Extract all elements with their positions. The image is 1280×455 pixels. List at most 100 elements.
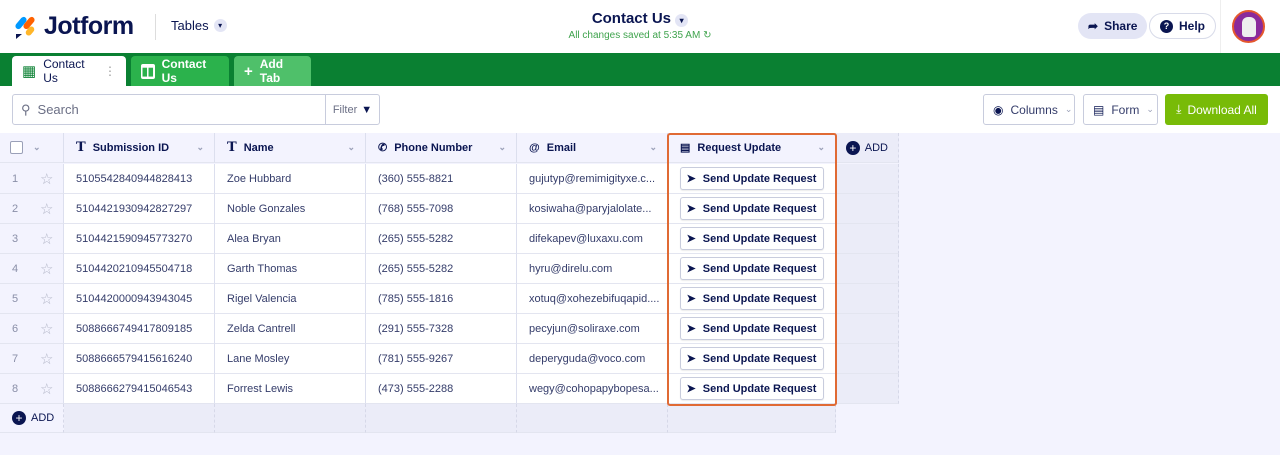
paper-plane-icon: ➤ (686, 173, 696, 185)
table-cell[interactable]: (785) 555-1816 (366, 284, 517, 314)
star-icon[interactable]: ☆ (40, 380, 53, 398)
table-cell[interactable]: Noble Gonzales (215, 194, 366, 224)
select-all-header[interactable]: ⌄ (0, 133, 64, 163)
chevron-down-icon[interactable]: ⌄ (196, 142, 204, 153)
table-cell: ➤ Send Update Request (668, 344, 836, 374)
share-button[interactable]: ➦ Share (1078, 13, 1148, 39)
table-cell[interactable]: Garth Thomas (215, 254, 366, 284)
table-cell[interactable]: 5104421590945773270 (64, 224, 215, 254)
cell-text: Noble Gonzales (227, 202, 306, 215)
star-icon[interactable]: ☆ (40, 260, 53, 278)
button-label: Send Update Request (702, 292, 817, 305)
empty-cell (836, 164, 899, 194)
send-update-request-button[interactable]: ➤ Send Update Request (679, 227, 824, 250)
send-update-request-button[interactable]: ➤ Send Update Request (679, 317, 824, 340)
chevron-down-icon[interactable]: ⌄ (347, 142, 355, 153)
filter-button[interactable]: Filter ▼ (325, 95, 379, 124)
table-cell[interactable]: gujutyp@remimigityxe.c... (517, 164, 668, 194)
form-button[interactable]: ▤ Form ⌄ (1083, 94, 1158, 125)
refresh-icon: ↻ (703, 30, 712, 41)
table-row: 2 ☆ 5104421930942827297 Noble Gonzales (768)… (0, 194, 899, 224)
table-cell[interactable]: pecyjun@soliraxe.com (517, 314, 668, 344)
column-header-submission-id[interactable]: T Submission ID ⌄ (64, 133, 215, 163)
tab-contact-us-table[interactable]: ▦ Contact Us ⋮ (12, 56, 126, 86)
table-cell[interactable]: 5088666579415616240 (64, 344, 215, 374)
help-button[interactable]: ? Help (1149, 13, 1217, 39)
search-input[interactable]: ⚲ Search Filter ▼ (12, 94, 380, 125)
button-label: Send Update Request (702, 262, 817, 275)
table-cell[interactable]: (360) 555-8821 (366, 164, 517, 194)
tab-contact-us-report[interactable]: ▮▮ Contact Us (131, 56, 229, 86)
table-cell[interactable]: Forrest Lewis (215, 374, 366, 404)
table-cell[interactable]: difekapev@luxaxu.com (517, 224, 668, 254)
table-cell[interactable]: Rigel Valencia (215, 284, 366, 314)
title-text: Contact Us (591, 10, 671, 27)
chevron-down-icon[interactable]: ⌄ (649, 142, 657, 153)
chevron-down-icon[interactable]: ⌄ (33, 142, 41, 153)
send-update-request-button[interactable]: ➤ Send Update Request (679, 287, 824, 310)
send-update-request-button[interactable]: ➤ Send Update Request (679, 197, 824, 220)
table-cell[interactable]: 5105542840944828413 (64, 164, 215, 194)
chevron-down-icon: ▾ (675, 14, 689, 27)
table-cell[interactable]: 5104420000943943045 (64, 284, 215, 314)
chevron-down-icon[interactable]: ⌄ (498, 142, 506, 153)
star-icon[interactable]: ☆ (40, 200, 53, 218)
table-cell[interactable]: Zoe Hubbard (215, 164, 366, 194)
column-header-request-update[interactable]: ▤ Request Update ⌄ (668, 133, 836, 163)
table-cell[interactable]: Alea Bryan (215, 224, 366, 254)
columns-button[interactable]: ◉ Columns ⌄ (983, 94, 1075, 125)
send-update-request-button[interactable]: ➤ Send Update Request (679, 377, 824, 400)
table-cell[interactable]: 5104420210945504718 (64, 254, 215, 284)
send-update-request-button[interactable]: ➤ Send Update Request (679, 347, 824, 370)
table-cell[interactable]: (265) 555-5282 (366, 254, 517, 284)
table-cell[interactable]: kosiwaha@paryjalolate... (517, 194, 668, 224)
table-cell[interactable]: 5088666749417809185 (64, 314, 215, 344)
row-index: 7 ☆ (0, 344, 64, 374)
star-icon[interactable]: ☆ (40, 230, 53, 248)
checkbox[interactable] (10, 141, 23, 154)
chevron-down-icon[interactable]: ⌄ (817, 142, 825, 153)
table-cell[interactable]: Zelda Cantrell (215, 314, 366, 344)
table-cell: ➤ Send Update Request (668, 164, 836, 194)
paper-plane-icon: ➤ (686, 353, 696, 365)
table-cell[interactable]: (265) 555-5282 (366, 224, 517, 254)
table-cell[interactable]: (781) 555-9267 (366, 344, 517, 374)
avatar-figure-icon (1241, 16, 1256, 37)
add-tab-button[interactable]: + Add Tab (234, 56, 311, 86)
send-update-request-button[interactable]: ➤ Send Update Request (679, 257, 824, 280)
download-all-button[interactable]: ⤓ Download All (1165, 94, 1268, 125)
paper-plane-icon: ➤ (686, 233, 696, 245)
column-label: Name (243, 141, 274, 154)
search-placeholder: Search (37, 102, 79, 117)
add-row-button[interactable]: + ADD (0, 404, 64, 433)
avatar[interactable] (1232, 10, 1265, 43)
text-type-icon: T (227, 140, 237, 155)
table-cell[interactable]: deperyguda@voco.com (517, 344, 668, 374)
add-row-label: ADD (31, 412, 55, 424)
table-cell[interactable]: 5104421930942827297 (64, 194, 215, 224)
star-icon[interactable]: ☆ (40, 290, 53, 308)
more-options-icon[interactable]: ⋮ (104, 64, 116, 78)
help-icon: ? (1160, 19, 1173, 33)
star-icon[interactable]: ☆ (40, 320, 53, 338)
cell-text: pecyjun@soliraxe.com (529, 322, 640, 335)
table-cell[interactable]: hyru@direlu.com (517, 254, 668, 284)
column-header-phone[interactable]: ✆ Phone Number ⌄ (366, 133, 517, 163)
column-header-email[interactable]: @ Email ⌄ (517, 133, 668, 163)
table-cell[interactable]: Lane Mosley (215, 344, 366, 374)
tab-label: Add Tab (259, 57, 284, 85)
funnel-icon: ▼ (361, 103, 373, 116)
table-cell[interactable]: wegy@cohopapybopesa... (517, 374, 668, 404)
star-icon[interactable]: ☆ (40, 350, 53, 368)
add-column-button[interactable]: + ADD (836, 133, 899, 163)
cell-text: gujutyp@remimigityxe.c... (529, 172, 656, 185)
row-index: 8 ☆ (0, 374, 64, 404)
table-cell[interactable]: (768) 555-7098 (366, 194, 517, 224)
send-update-request-button[interactable]: ➤ Send Update Request (679, 167, 824, 190)
column-header-name[interactable]: T Name ⌄ (215, 133, 366, 163)
star-icon[interactable]: ☆ (40, 170, 53, 188)
table-cell[interactable]: (291) 555-7328 (366, 314, 517, 344)
table-cell[interactable]: xotuq@xohezebifuqapid.... (517, 284, 668, 314)
table-cell[interactable]: (473) 555-2288 (366, 374, 517, 404)
table-cell[interactable]: 5088666279415046543 (64, 374, 215, 404)
